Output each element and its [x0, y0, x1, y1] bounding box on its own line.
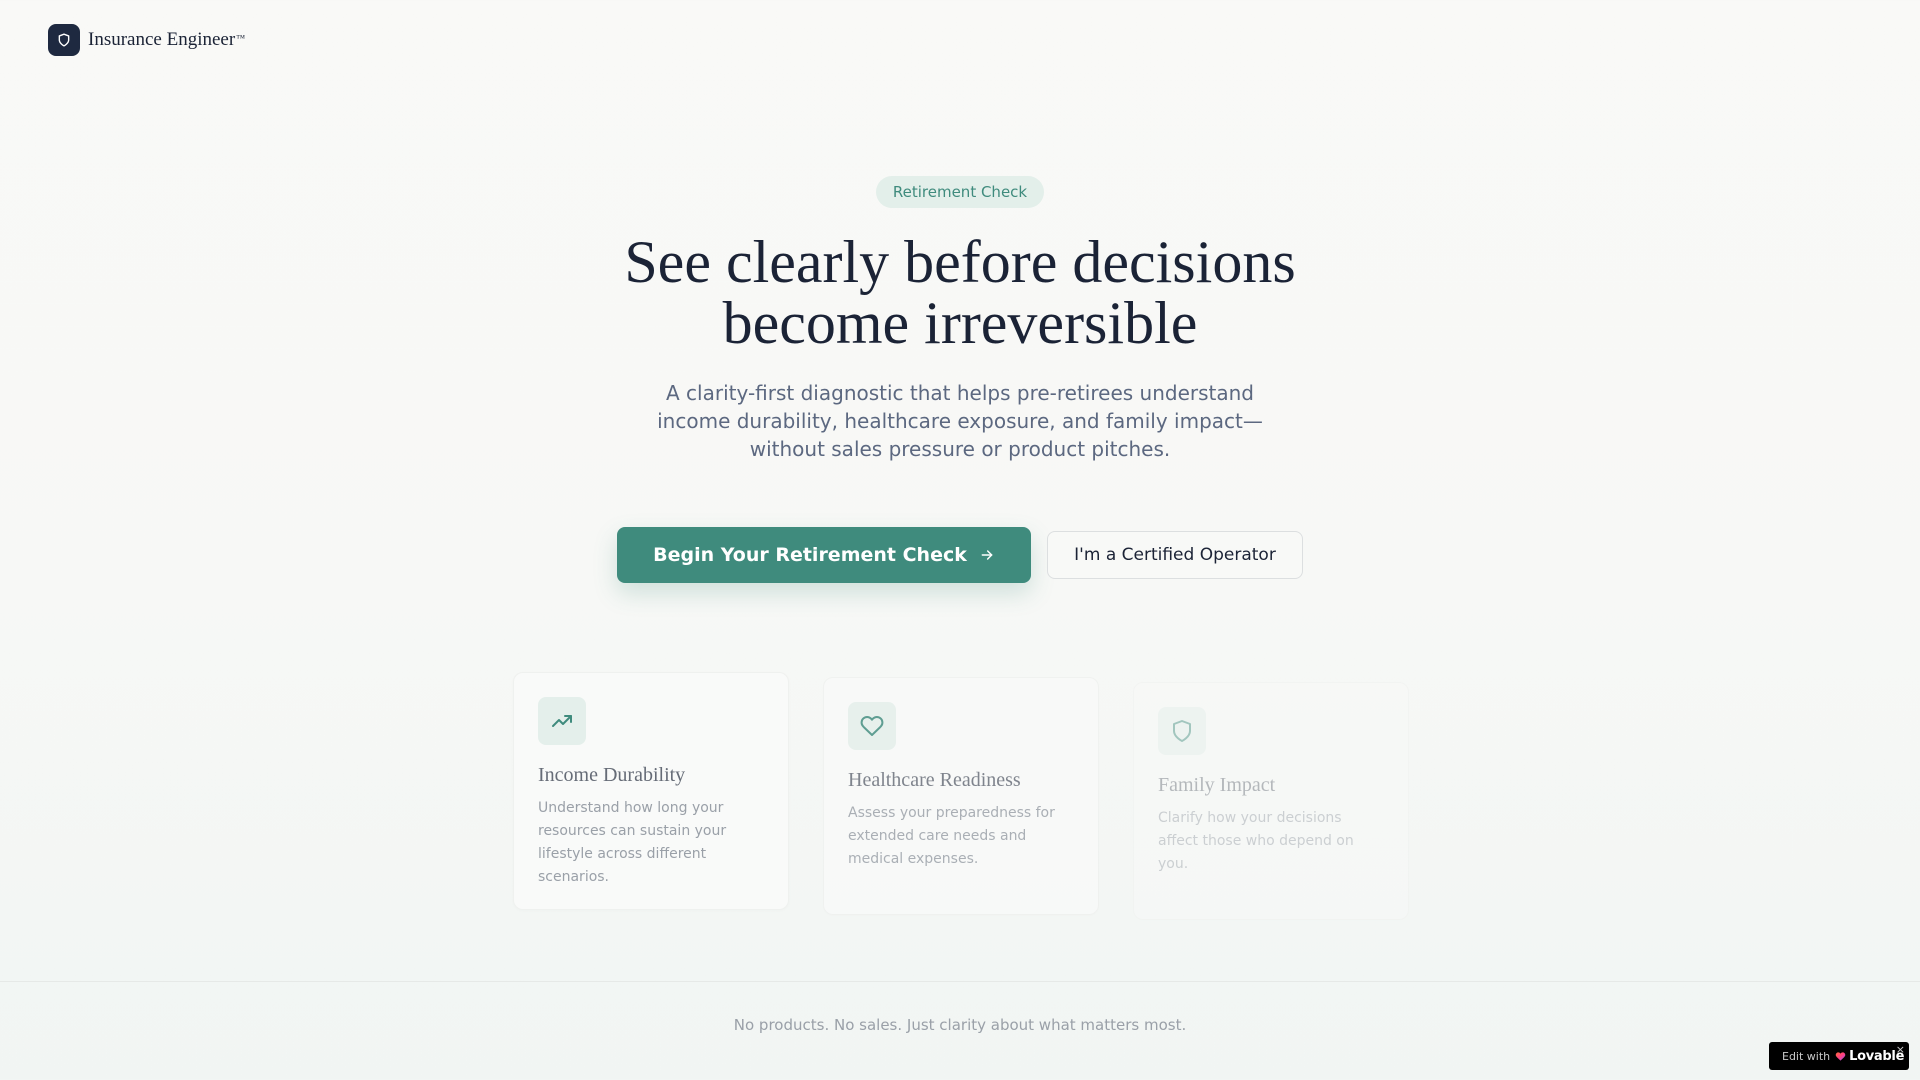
- footer-text: No products. No sales. Just clarity abou…: [733, 1016, 1187, 1034]
- trending-up-icon: [552, 715, 572, 727]
- edit-with-lovable-badge[interactable]: Edit with Lovable ×: [1769, 1042, 1909, 1070]
- hero-section: Retirement Check See clearly before deci…: [0, 176, 1920, 583]
- site-header: Insurance Engineer™: [48, 24, 245, 56]
- brand-name[interactable]: Insurance Engineer™: [88, 29, 245, 51]
- title-line-2: become irreversible: [722, 290, 1198, 356]
- card-description: Clarify how your decisions affect those …: [1158, 810, 1354, 872]
- card-description: Understand how long your resources can s…: [538, 800, 727, 885]
- page-title: See clearly before decisions become irre…: [510, 232, 1410, 354]
- trademark-mark: ™: [236, 33, 246, 43]
- card-icon-wrapper: [848, 702, 896, 750]
- begin-retirement-check-button[interactable]: Begin Your Retirement Check: [617, 527, 1031, 583]
- card-title: Family Impact: [1158, 774, 1276, 796]
- section-badge: Retirement Check: [875, 176, 1045, 208]
- lovable-prefix: Edit with: [1782, 1049, 1831, 1063]
- brand-label: Insurance Engineer: [88, 29, 236, 50]
- arrow-right-icon: [981, 550, 993, 560]
- card-icon-wrapper: [538, 697, 586, 745]
- shield-icon: [58, 33, 70, 47]
- feature-card-healthcare-readiness: Healthcare Readiness Assess your prepare…: [823, 677, 1099, 915]
- close-icon[interactable]: ×: [1896, 1043, 1905, 1056]
- begin-retirement-check-label: Begin Your Retirement Check: [653, 544, 967, 566]
- cta-group: Begin Your Retirement Check I'm a Certif…: [617, 527, 1303, 583]
- card-title: Healthcare Readiness: [848, 769, 1021, 791]
- shield-icon: [1173, 720, 1191, 742]
- lovable-heart-icon: [1835, 1051, 1846, 1062]
- card-description: Assess your preparedness for extended ca…: [848, 805, 1055, 867]
- card-title: Income Durability: [538, 764, 686, 786]
- feature-cards: Income Durability Understand how long yo…: [513, 672, 1409, 920]
- feature-card-family-impact: Family Impact Clarify how your decisions…: [1133, 682, 1409, 920]
- heart-icon: [860, 716, 884, 736]
- hero-subtitle: A clarity-first diagnostic that helps pr…: [657, 381, 1263, 461]
- logo-mark[interactable]: [48, 24, 80, 56]
- site-footer: No products. No sales. Just clarity abou…: [0, 981, 1920, 1080]
- feature-card-income-durability: Income Durability Understand how long yo…: [513, 672, 789, 910]
- title-line-1: See clearly before decisions: [624, 229, 1296, 295]
- card-icon-wrapper: [1158, 707, 1206, 755]
- certified-operator-button[interactable]: I'm a Certified Operator: [1047, 531, 1303, 579]
